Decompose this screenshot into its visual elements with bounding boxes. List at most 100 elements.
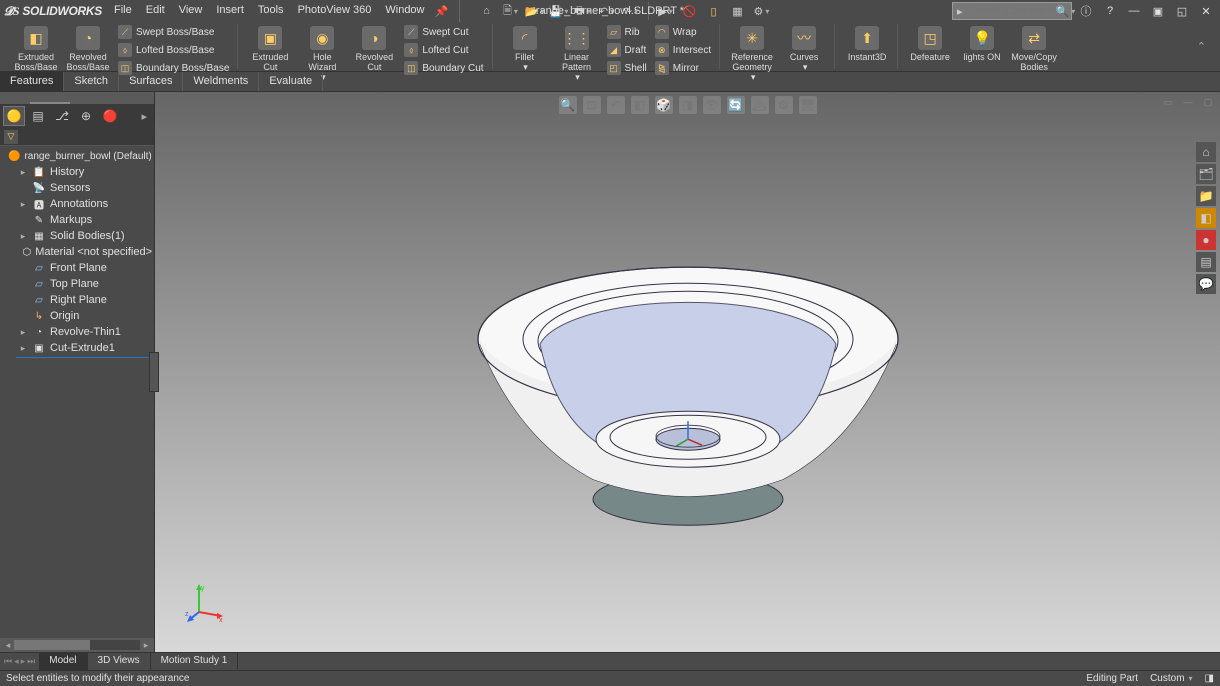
property-manager-icon[interactable]: ▤	[27, 106, 49, 126]
zoom-fit-icon[interactable]: 🔍	[559, 96, 577, 114]
lights-on-button[interactable]: 💡lights ON	[958, 24, 1006, 62]
scene-icon[interactable]: 🏔	[751, 96, 769, 114]
move-copy-button[interactable]: ⇄Move/Copy Bodies	[1010, 24, 1058, 72]
vtab-next-icon[interactable]: ▸	[21, 656, 26, 667]
view-settings-icon[interactable]: ⚙	[775, 96, 793, 114]
zoom-area-icon[interactable]: ⊡	[583, 96, 601, 114]
feature-tree-icon[interactable]: 🟡	[3, 106, 25, 126]
rib-button[interactable]: ▱Rib	[605, 24, 649, 40]
tree-sensors[interactable]: 📡Sensors	[16, 180, 154, 196]
swept-boss-button[interactable]: ⟋Swept Boss/Base	[116, 24, 231, 40]
tree-filter-bar[interactable]: ▽	[0, 128, 154, 146]
display-manager-icon[interactable]: 🔴	[99, 106, 121, 126]
vtab-prev-icon[interactable]: ◂	[14, 656, 19, 667]
menu-edit[interactable]: Edit	[140, 2, 171, 20]
tree-solid-bodies[interactable]: ▸▦Solid Bodies(1)	[16, 228, 154, 244]
panel-grip[interactable]	[149, 352, 159, 392]
close-icon[interactable]: ✕	[1196, 2, 1216, 20]
tree-rollback-bar[interactable]	[16, 357, 154, 358]
scroll-left-icon[interactable]: ◂	[2, 640, 14, 651]
swept-cut-button[interactable]: ⟋Swept Cut	[402, 24, 485, 40]
defeature-button[interactable]: ◳Defeature	[906, 24, 954, 62]
tab-surfaces[interactable]: Surfaces	[119, 72, 183, 91]
tree-top-plane[interactable]: ▱Top Plane	[16, 276, 154, 292]
menu-insert[interactable]: Insert	[210, 2, 250, 20]
prev-view-icon[interactable]: ↶	[607, 96, 625, 114]
grid-icon[interactable]: ▦	[729, 2, 747, 20]
tree-right-plane[interactable]: ▱Right Plane	[16, 292, 154, 308]
mirror-button[interactable]: ⧎Mirror	[653, 60, 713, 76]
taskpane-home-icon[interactable]: ⌂	[1196, 142, 1216, 162]
panel-arrow-icon[interactable]: ▸	[137, 110, 151, 123]
minimize-icon[interactable]: —	[1124, 2, 1144, 20]
appearance-icon[interactable]: 🔄	[727, 96, 745, 114]
menu-photoview[interactable]: PhotoView 360	[292, 2, 378, 20]
wrap-button[interactable]: ◠Wrap	[653, 24, 713, 40]
tree-history[interactable]: ▸📋History	[16, 164, 154, 180]
new-icon[interactable]: 🗎▾	[502, 2, 520, 20]
vp-min-icon[interactable]: —	[1180, 96, 1196, 108]
restore-icon[interactable]: ▣	[1148, 2, 1168, 20]
reference-geometry-button[interactable]: ✳Reference Geometry▾	[728, 24, 776, 82]
graphics-viewport[interactable]: 🔍 ⊡ ↶ ◧ 🎲 ◨ 👁 🔄 🏔 ⚙ 🖥 ▭ — ▢ ⌂ 🗂 📁 ◧ ● ▤ …	[155, 92, 1220, 652]
filter-icon[interactable]: ▽	[4, 130, 18, 144]
search-go-icon[interactable]: 🔍	[1056, 5, 1070, 18]
pin-icon[interactable]: 📌	[433, 2, 451, 20]
home-icon[interactable]: ⌂	[478, 2, 496, 20]
options-icon[interactable]: ▯	[705, 2, 723, 20]
view-tab-model[interactable]: Model	[39, 653, 87, 670]
draft-button[interactable]: ◢Draft	[605, 42, 649, 58]
lofted-boss-button[interactable]: ⬨Lofted Boss/Base	[116, 42, 231, 58]
taskpane-library-icon[interactable]: 🗂	[1196, 164, 1216, 184]
tab-sketch[interactable]: Sketch	[64, 72, 119, 91]
display-style-icon[interactable]: ◨	[679, 96, 697, 114]
taskpane-view-icon[interactable]: ◧	[1196, 208, 1216, 228]
taskpane-props-icon[interactable]: ▤	[1196, 252, 1216, 272]
menu-window[interactable]: Window	[379, 2, 430, 20]
tree-origin[interactable]: ↳Origin	[16, 308, 154, 324]
scroll-right-icon[interactable]: ▸	[140, 640, 152, 651]
hide-show-icon[interactable]: 👁	[703, 96, 721, 114]
tree-h-scrollbar[interactable]: ◂ ▸	[0, 638, 154, 652]
shell-button[interactable]: ◰Shell	[605, 60, 649, 76]
search-input[interactable]	[966, 5, 1056, 17]
section-view-icon[interactable]: ◧	[631, 96, 649, 114]
revolved-boss-button[interactable]: ◔Revolved Boss/Base	[64, 24, 112, 72]
tree-annotations[interactable]: ▸🅰Annotations	[16, 196, 154, 212]
taskpane-explorer-icon[interactable]: 📁	[1196, 186, 1216, 206]
vp-max-icon[interactable]: ▢	[1200, 96, 1216, 108]
menu-view[interactable]: View	[173, 2, 209, 20]
vp-hide-icon[interactable]: ▭	[1160, 96, 1176, 108]
view-orient-icon[interactable]: 🎲	[655, 96, 673, 114]
status-unit-icon[interactable]: ◨	[1205, 673, 1214, 684]
maximize-icon[interactable]: ◱	[1172, 2, 1192, 20]
extruded-cut-button[interactable]: ▣Extruded Cut	[246, 24, 294, 72]
intersect-button[interactable]: ⊗Intersect	[653, 42, 713, 58]
revolved-cut-button[interactable]: ◑Revolved Cut	[350, 24, 398, 72]
vtab-first-icon[interactable]: ⏮	[4, 656, 12, 667]
status-custom-button[interactable]: Custom ▾	[1150, 673, 1192, 684]
fillet-button[interactable]: ◜Fillet▾	[501, 24, 549, 72]
tree-material[interactable]: ⬡Material <not specified>	[16, 244, 154, 260]
tree-cut-extrude[interactable]: ▸▣Cut-Extrude1	[16, 340, 154, 356]
curves-button[interactable]: 〰Curves▾	[780, 24, 828, 72]
boundary-cut-button[interactable]: ◫Boundary Cut	[402, 60, 485, 76]
config-manager-icon[interactable]: ⎇	[51, 106, 73, 126]
ribbon-collapse-icon[interactable]: ⌃	[1189, 24, 1214, 69]
linear-pattern-button[interactable]: ⋮⋮Linear Pattern▾	[553, 24, 601, 82]
taskpane-appearance-icon[interactable]: ●	[1196, 230, 1216, 250]
panel-mini-tabs[interactable]	[0, 92, 154, 104]
view-tab-3dviews[interactable]: 3D Views	[88, 653, 151, 670]
dimxpert-icon[interactable]: ⊕	[75, 106, 97, 126]
tree-front-plane[interactable]: ▱Front Plane	[16, 260, 154, 276]
whatsnew-icon[interactable]: ?	[1100, 2, 1120, 20]
settings-icon[interactable]: ⚙▾	[753, 2, 771, 20]
lofted-cut-button[interactable]: ⬨Lofted Cut	[402, 42, 485, 58]
tab-features[interactable]: Features	[0, 72, 64, 91]
menu-file[interactable]: File	[108, 2, 138, 20]
taskpane-forum-icon[interactable]: 💬	[1196, 274, 1216, 294]
render-icon[interactable]: 🖥	[799, 96, 817, 114]
tab-weldments[interactable]: Weldments	[183, 72, 259, 91]
tab-evaluate[interactable]: Evaluate	[259, 72, 323, 91]
search-box[interactable]: ▸ 🔍 ▾	[952, 2, 1072, 20]
